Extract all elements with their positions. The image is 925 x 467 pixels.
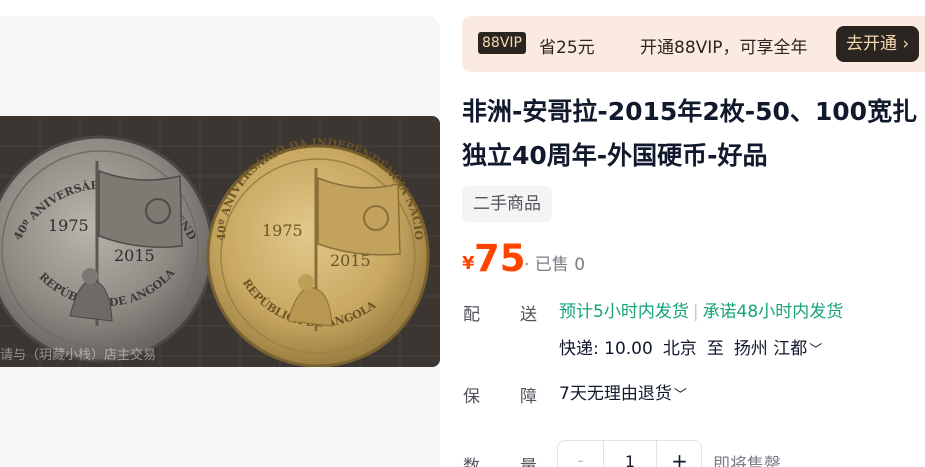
image-gallery: 40º ANIVERSÁRIO DA INDEPENDÊNCIA NACIONA… (0, 16, 440, 467)
coin-left-year-b: 2015 (114, 246, 155, 265)
photo-watermark: 请与（玥藏小栈）店主交易 (0, 348, 157, 363)
ship-to-word: 至 (706, 339, 724, 359)
shipping-promise: 承诺48小时内发货 (702, 302, 844, 322)
coin-left-year-a: 1975 (48, 216, 89, 235)
coin-right-year-a: 1975 (262, 221, 303, 240)
vip-promo-text: 开通88VIP，可享全年 (640, 38, 808, 58)
product-title-line2: 独立40周年-外国硬币-好品 (462, 141, 768, 170)
destination-selector[interactable]: 扬州 江都 ﹀ (734, 339, 822, 359)
warranty-text: 7天无理由退货 (559, 384, 672, 404)
ship-from: 北京 (662, 339, 697, 359)
stock-note: 即将售罄 (713, 455, 781, 467)
vip-open-button[interactable]: 去开通 › (836, 26, 920, 62)
sold-count: · 已售 0 (524, 255, 586, 275)
condition-tag: 二手商品 (462, 186, 552, 222)
vip-save-text: 省25元 (539, 38, 595, 58)
shipping-notes: 预计5小时内发货 | 承诺48小时内发货 (559, 302, 844, 322)
currency-symbol: ¥ (462, 253, 475, 274)
quantity-stepper: - 1 + (557, 440, 702, 467)
vip-open-label: 去开通 (846, 34, 897, 54)
product-title: 非洲-安哥拉-2015年2枚-50、100宽扎 独立40周年-外国硬币-好品 (462, 90, 925, 178)
price-value: 75 (474, 237, 526, 280)
product-photo[interactable]: 40º ANIVERSÁRIO DA INDEPENDÊNCIA NACIONA… (0, 116, 440, 367)
warranty-selector[interactable]: 7天无理由退货 ﹀ (559, 379, 687, 404)
quantity-input[interactable]: 1 (604, 441, 656, 467)
coins-illustration: 40º ANIVERSÁRIO DA INDEPENDÊNCIA NACIONA… (0, 116, 440, 367)
shipping-eta: 预计5小时内发货 (559, 302, 689, 322)
quantity-increment-button[interactable]: + (656, 441, 702, 467)
shipping-fee: 快递: 10.00 (559, 339, 653, 359)
quantity-decrement-button[interactable]: - (558, 441, 604, 467)
vip-badge: 88VIP (478, 32, 526, 54)
product-title-line1: 非洲-安哥拉-2015年2枚-50、100宽扎 (462, 97, 918, 126)
shipping-detail: 快递: 10.00 北京至扬州 江都 ﹀ (559, 334, 822, 359)
chevron-down-icon: ﹀ (673, 388, 687, 403)
chevron-down-icon: ﹀ (809, 343, 823, 358)
chevron-right-icon: › (902, 34, 910, 54)
coin-right-year-b: 2015 (330, 251, 371, 270)
vip-banner[interactable]: 88VIP 省25元 开通88VIP，可享全年 去开通 › (462, 16, 925, 72)
